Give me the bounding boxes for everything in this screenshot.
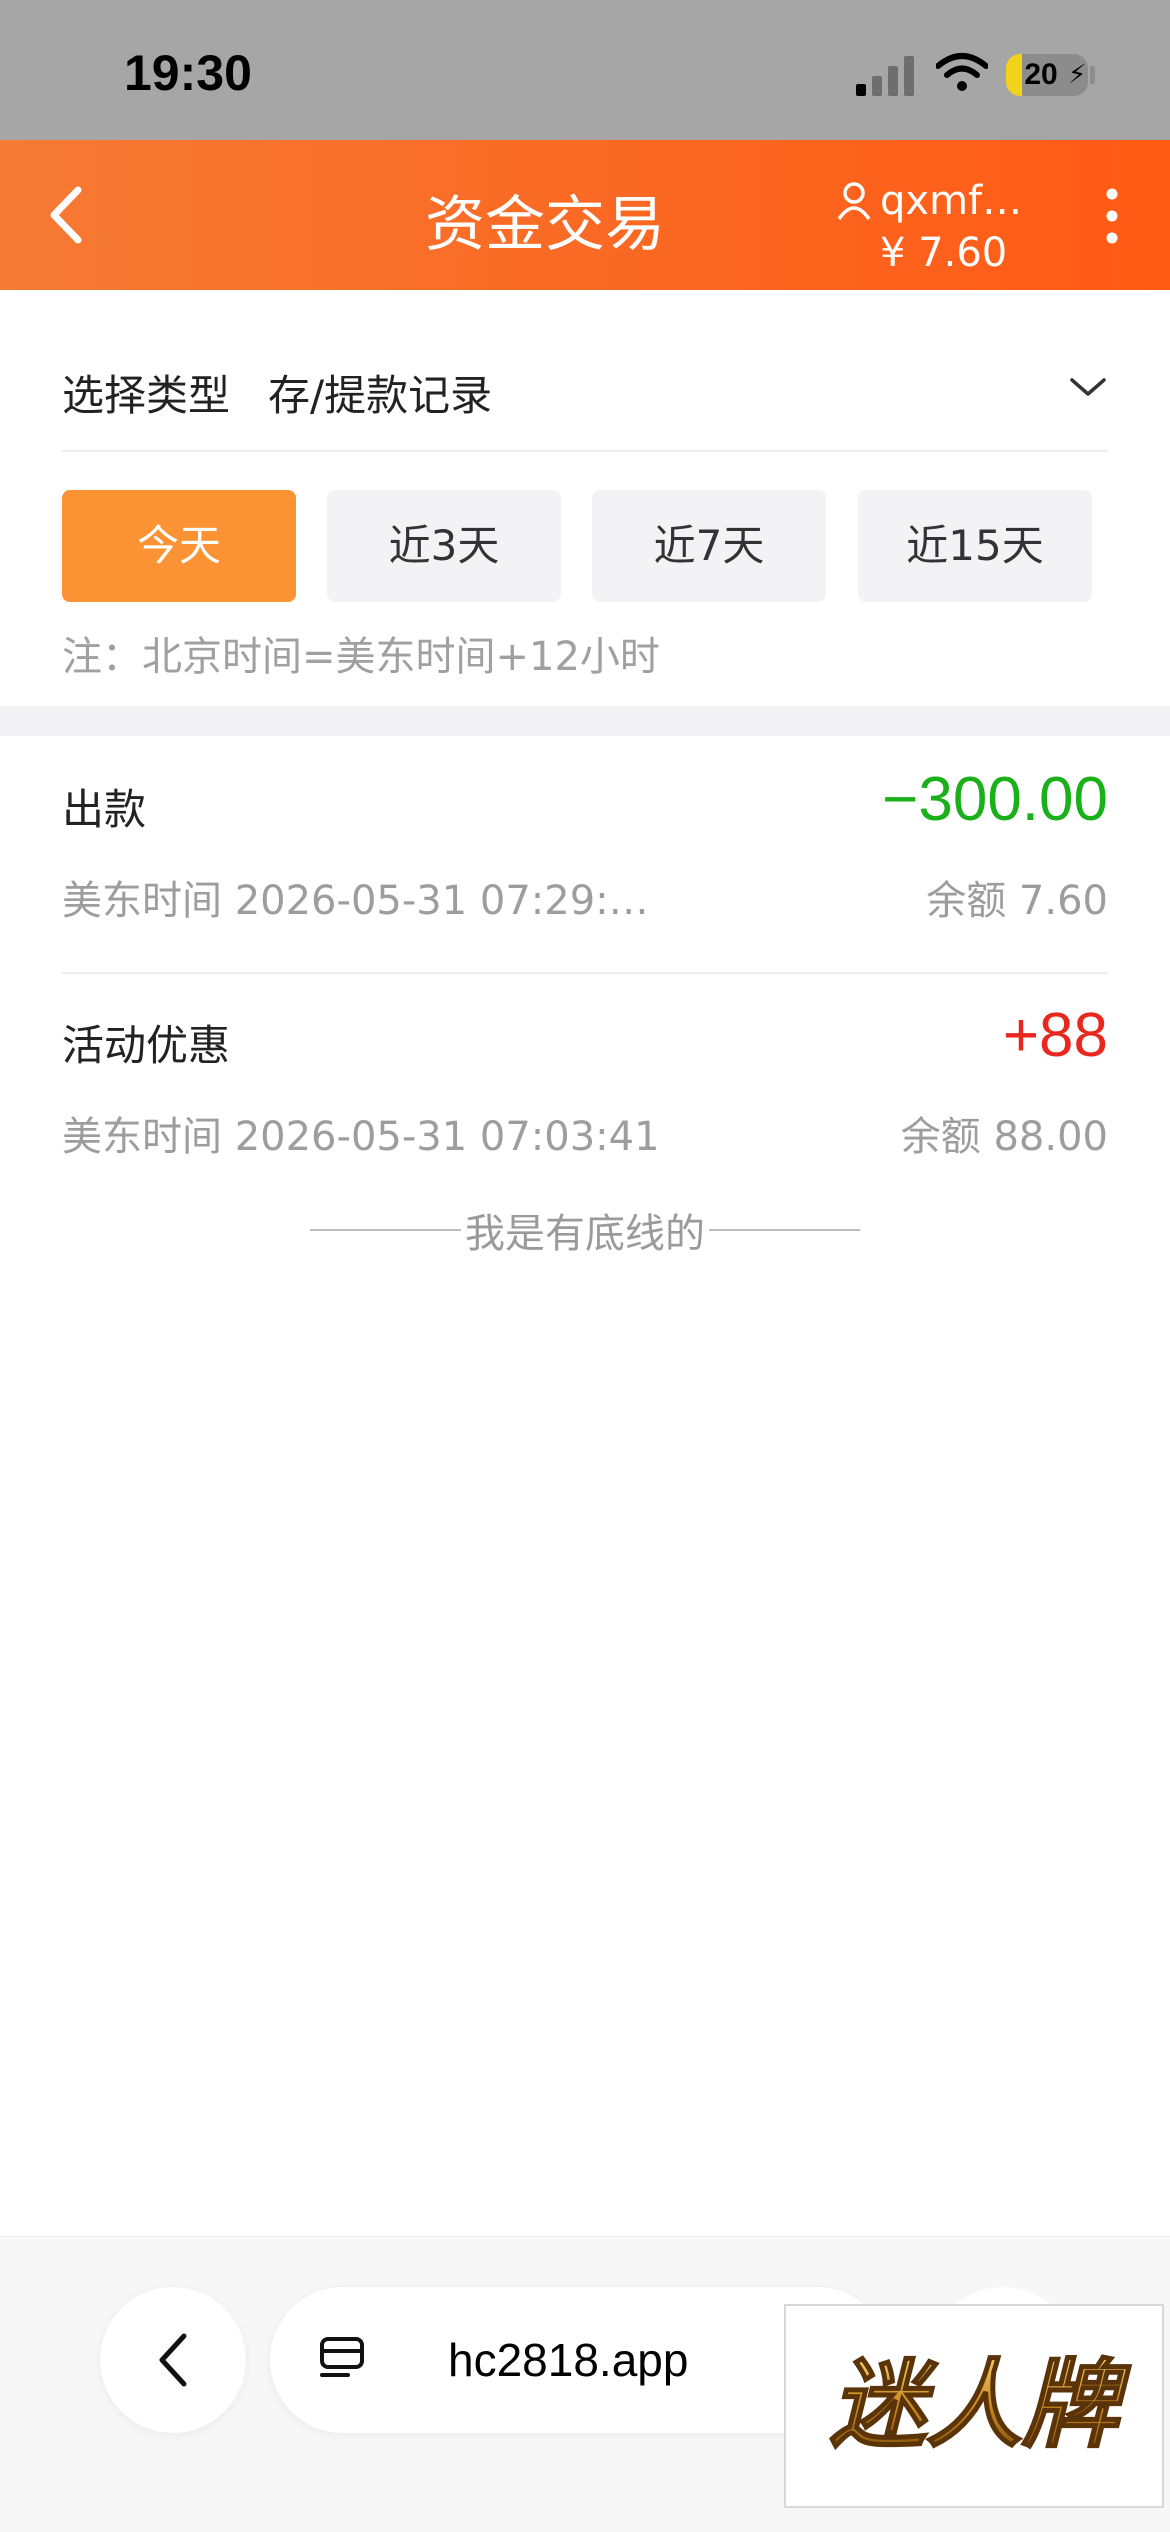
period-tab-today[interactable]: 今天	[62, 490, 296, 602]
period-tab-15days[interactable]: 近15天	[858, 490, 1092, 602]
divider-line	[709, 1229, 860, 1231]
watermark-logo: 迷人牌	[784, 2304, 1164, 2508]
svg-text:迷人牌: 迷人牌	[830, 2349, 1131, 2461]
transaction-item[interactable]: 出款 −300.00 美东时间 2026-05-31 07:29:… 余额 7.…	[62, 736, 1108, 974]
battery-cap	[1090, 66, 1095, 84]
transaction-amount: −300.00	[882, 765, 1108, 834]
user-account[interactable]: qxmf… ¥ 7.60	[836, 176, 1046, 276]
transaction-balance: 余额 88.00	[900, 1114, 1108, 1160]
transaction-balance: 余额 7.60	[926, 878, 1108, 924]
type-selector[interactable]: 选择类型 存/提款记录	[62, 330, 1108, 452]
type-selector-value: 存/提款记录	[268, 371, 493, 420]
battery-level: 20	[1024, 58, 1058, 91]
transaction-item[interactable]: 活动优惠 +88 美东时间 2026-05-31 07:03:41 余额 88.…	[62, 972, 1108, 1208]
wifi-icon	[936, 53, 988, 91]
transaction-type: 活动优惠	[62, 1021, 231, 1070]
transaction-type: 出款	[62, 785, 147, 834]
header-balance: ¥ 7.60	[880, 230, 1008, 276]
status-bar: 19:30 20 ⚡	[0, 0, 1170, 140]
signal-icon	[856, 56, 914, 96]
transaction-time: 美东时间 2026-05-31 07:29:…	[62, 878, 649, 924]
end-of-list-text: 我是有底线的	[465, 1211, 705, 1257]
url-text: hc2818.app	[448, 2334, 689, 2386]
reader-mode-icon[interactable]	[318, 2335, 368, 2385]
transaction-amount: +88	[1002, 1001, 1108, 1070]
browser-back-button[interactable]	[100, 2287, 246, 2433]
more-vertical-icon[interactable]	[1100, 186, 1124, 246]
divider-line	[310, 1229, 461, 1231]
status-time: 19:30	[124, 45, 252, 101]
section-divider	[0, 706, 1170, 736]
chevron-down-icon	[1070, 378, 1106, 396]
username: qxmf…	[880, 178, 1023, 224]
app-screen: 19:30 20 ⚡ 资金交易 qxmf… ¥ 7.60 选择类型 存/提款记录…	[0, 0, 1170, 2532]
charging-bolt-icon: ⚡	[1068, 60, 1087, 90]
battery-icon: 20 ⚡	[1006, 54, 1088, 96]
end-of-list-indicator: 我是有底线的	[310, 1200, 860, 1260]
back-chevron-icon	[159, 2333, 187, 2387]
app-header: 资金交易 qxmf… ¥ 7.60	[0, 140, 1170, 290]
period-tabs: 今天 近3天 近7天 近15天	[62, 490, 1092, 602]
period-tab-3days[interactable]: 近3天	[327, 490, 561, 602]
timezone-note: 注：北京时间=美东时间+12小时	[62, 634, 660, 680]
period-tab-7days[interactable]: 近7天	[592, 490, 826, 602]
type-selector-label: 选择类型	[62, 371, 231, 420]
user-icon	[837, 182, 871, 221]
transaction-time: 美东时间 2026-05-31 07:03:41	[62, 1114, 660, 1160]
